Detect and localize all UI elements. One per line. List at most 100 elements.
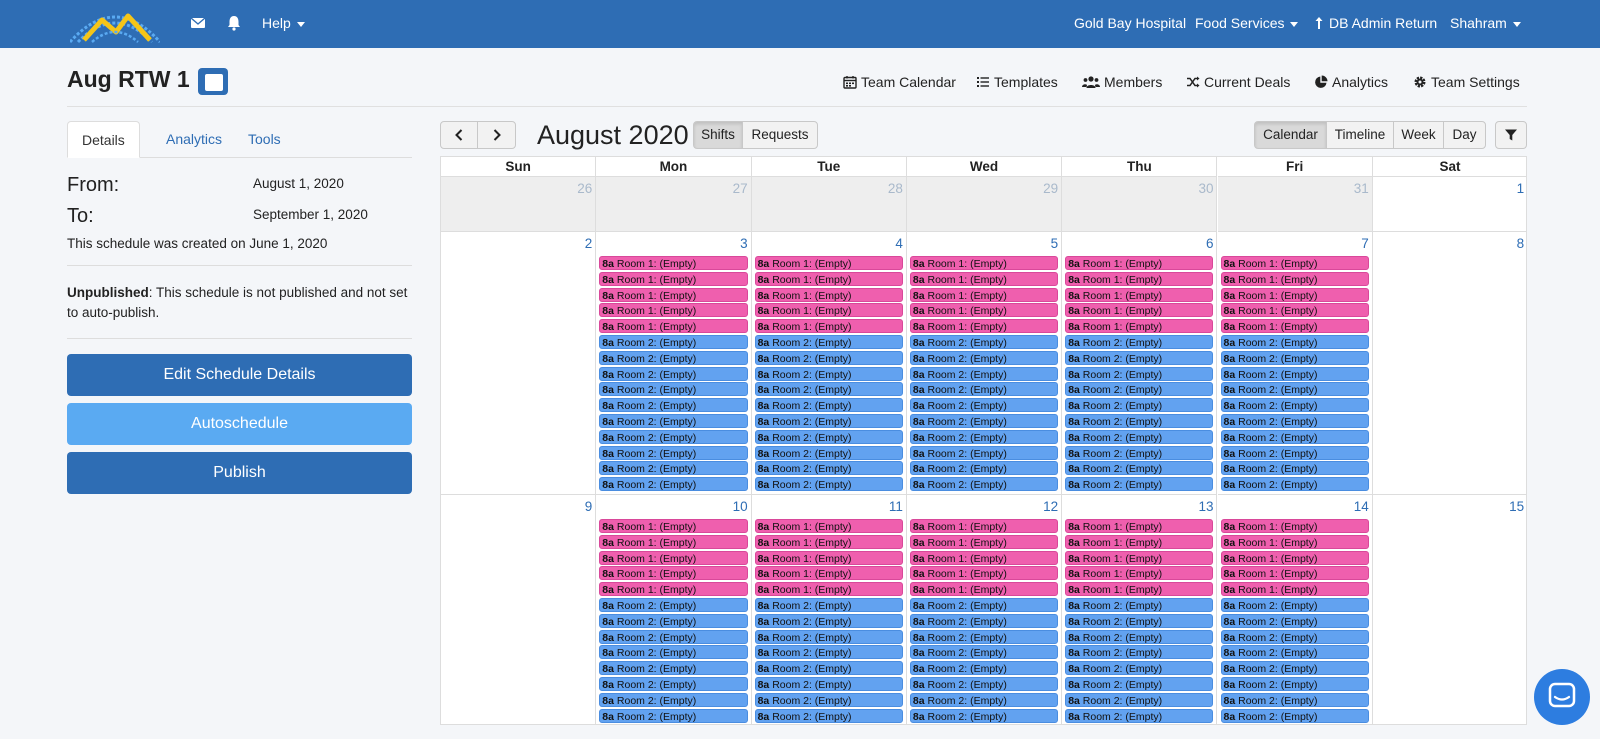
- next-month-button[interactable]: [477, 121, 516, 149]
- day-cell[interactable]: 26: [441, 177, 597, 232]
- shift-event-room-1[interactable]: 8a Room 1: (Empty): [599, 303, 748, 318]
- shift-event-room-2[interactable]: 8a Room 2: (Empty): [1065, 414, 1214, 428]
- day-number[interactable]: 28: [888, 181, 903, 196]
- shift-event-room-2[interactable]: 8a Room 2: (Empty): [599, 350, 748, 365]
- shift-event-room-2[interactable]: 8a Room 2: (Empty): [755, 724, 903, 725]
- shift-event-room-2[interactable]: 8a Room 2: (Empty): [909, 429, 1059, 444]
- templates-link[interactable]: Templates: [976, 74, 1058, 90]
- shift-event-room-1[interactable]: 8a Room 1: (Empty): [1220, 519, 1369, 533]
- team-settings-link[interactable]: Team Settings: [1413, 74, 1520, 90]
- day-number[interactable]: 26: [577, 181, 592, 196]
- view-week-button[interactable]: Week: [1393, 121, 1444, 149]
- day-number[interactable]: 4: [895, 236, 903, 251]
- day-number[interactable]: 10: [733, 499, 748, 514]
- chat-launcher-button[interactable]: [1534, 669, 1590, 725]
- shift-event-room-1[interactable]: 8a Room 1: (Empty): [1220, 582, 1369, 597]
- shift-event-room-2[interactable]: 8a Room 2: (Empty): [754, 335, 903, 349]
- shift-event-room-1[interactable]: 8a Room 1: (Empty): [599, 519, 748, 533]
- day-number[interactable]: 27: [733, 181, 748, 196]
- shift-event-room-2[interactable]: 8a Room 2: (Empty): [599, 708, 748, 723]
- shift-event-room-1[interactable]: 8a Room 1: (Empty): [1220, 566, 1369, 581]
- shift-event-room-2[interactable]: 8a Room 2: (Empty): [1220, 414, 1369, 428]
- day-cell[interactable]: 31: [1217, 177, 1373, 232]
- shift-event-room-2[interactable]: 8a Room 2: (Empty): [1065, 382, 1214, 397]
- shift-event-room-2[interactable]: 8a Room 2: (Empty): [599, 398, 748, 413]
- day-number[interactable]: 30: [1198, 181, 1213, 196]
- shift-event-room-1[interactable]: 8a Room 1: (Empty): [909, 303, 1059, 318]
- members-link[interactable]: Members: [1082, 74, 1162, 90]
- shift-event-room-2[interactable]: 8a Room 2: (Empty): [1065, 692, 1214, 707]
- shift-event-room-2[interactable]: 8a Room 2: (Empty): [1220, 677, 1369, 691]
- day-number[interactable]: 11: [889, 499, 903, 514]
- shift-event-room-1[interactable]: 8a Room 1: (Empty): [909, 287, 1059, 302]
- shift-event-room-2[interactable]: 8a Room 2: (Empty): [754, 708, 903, 723]
- shift-event-room-2[interactable]: 8a Room 2: (Empty): [1220, 429, 1369, 444]
- shift-event-room-2[interactable]: 8a Room 2: (Empty): [599, 414, 748, 428]
- shift-event-room-2[interactable]: 8a Room 2: (Empty): [1065, 724, 1213, 725]
- shift-event-room-2[interactable]: 8a Room 2: (Empty): [1220, 382, 1369, 397]
- shift-event-room-2[interactable]: 8a Room 2: (Empty): [1220, 461, 1369, 476]
- department-menu[interactable]: Food Services: [1195, 15, 1299, 31]
- shift-event-room-1[interactable]: 8a Room 1: (Empty): [909, 256, 1059, 270]
- tab-tools[interactable]: Tools: [234, 121, 295, 158]
- shift-event-room-1[interactable]: 8a Room 1: (Empty): [1065, 566, 1214, 581]
- day-cell[interactable]: 15: [1373, 495, 1526, 724]
- shift-event-room-1[interactable]: 8a Room 1: (Empty): [909, 534, 1059, 549]
- day-number[interactable]: 13: [1198, 499, 1213, 514]
- shift-event-room-2[interactable]: 8a Room 2: (Empty): [1220, 645, 1369, 660]
- shift-event-room-2[interactable]: 8a Room 2: (Empty): [754, 645, 903, 660]
- shift-event-room-1[interactable]: 8a Room 1: (Empty): [909, 582, 1059, 597]
- shift-event-room-2[interactable]: 8a Room 2: (Empty): [754, 382, 903, 397]
- shift-event-room-2[interactable]: 8a Room 2: (Empty): [599, 677, 748, 691]
- shift-event-room-2[interactable]: 8a Room 2: (Empty): [1220, 445, 1369, 460]
- shift-event-room-2[interactable]: 8a Room 2: (Empty): [909, 335, 1059, 349]
- day-cell[interactable]: 30: [1062, 177, 1218, 232]
- shift-event-room-1[interactable]: 8a Room 1: (Empty): [909, 319, 1059, 334]
- day-number[interactable]: 1: [1517, 181, 1525, 196]
- shift-event-room-2[interactable]: 8a Room 2: (Empty): [754, 366, 903, 381]
- shift-event-room-1[interactable]: 8a Room 1: (Empty): [754, 271, 903, 286]
- day-cell[interactable]: 27: [596, 177, 752, 232]
- shift-event-room-1[interactable]: 8a Room 1: (Empty): [1065, 519, 1214, 533]
- shift-event-room-1[interactable]: 8a Room 1: (Empty): [754, 303, 903, 318]
- day-number[interactable]: 7: [1361, 236, 1369, 251]
- shift-event-room-2[interactable]: 8a Room 2: (Empty): [1065, 708, 1214, 723]
- shift-event-room-2[interactable]: 8a Room 2: (Empty): [909, 350, 1059, 365]
- shift-event-room-1[interactable]: 8a Room 1: (Empty): [1220, 287, 1369, 302]
- shift-event-room-1[interactable]: 8a Room 1: (Empty): [599, 319, 748, 334]
- shift-event-room-1[interactable]: 8a Room 1: (Empty): [1065, 550, 1214, 565]
- shift-event-room-2[interactable]: 8a Room 2: (Empty): [754, 598, 903, 612]
- shift-event-room-1[interactable]: 8a Room 1: (Empty): [1065, 271, 1214, 286]
- shift-event-room-2[interactable]: 8a Room 2: (Empty): [1065, 429, 1214, 444]
- shift-event-room-2[interactable]: 8a Room 2: (Empty): [909, 382, 1059, 397]
- shift-event-room-2[interactable]: 8a Room 2: (Empty): [909, 661, 1059, 676]
- shift-event-room-2[interactable]: 8a Room 2: (Empty): [1065, 613, 1214, 628]
- logo-icon[interactable]: [70, 2, 160, 46]
- publish-button[interactable]: Publish: [67, 452, 412, 494]
- day-cell[interactable]: 4 8a Room 1: (Empty) 8a Room 1: (Empty) 8a …: [751, 232, 907, 495]
- shift-event-room-1[interactable]: 8a Room 1: (Empty): [1220, 534, 1369, 549]
- prev-month-button[interactable]: [440, 121, 478, 149]
- shift-event-room-1[interactable]: 8a Room 1: (Empty): [909, 550, 1059, 565]
- shift-event-room-1[interactable]: 8a Room 1: (Empty): [599, 271, 748, 286]
- day-number[interactable]: 9: [585, 499, 593, 514]
- team-calendar-link[interactable]: Team Calendar: [843, 74, 956, 90]
- view-timeline-button[interactable]: Timeline: [1326, 121, 1394, 149]
- day-cell[interactable]: 7 8a Room 1: (Empty) 8a Room 1: (Empty) 8a …: [1217, 232, 1373, 495]
- shift-event-room-1[interactable]: 8a Room 1: (Empty): [1065, 287, 1214, 302]
- shift-event-room-2[interactable]: 8a Room 2: (Empty): [909, 598, 1059, 612]
- shift-event-room-2[interactable]: 8a Room 2: (Empty): [1065, 366, 1214, 381]
- shift-event-room-2[interactable]: 8a Room 2: (Empty): [909, 677, 1059, 691]
- day-cell[interactable]: 9: [441, 495, 597, 724]
- hospital-link[interactable]: Gold Bay Hospital: [1074, 15, 1186, 31]
- shift-event-room-2[interactable]: 8a Room 2: (Empty): [754, 661, 903, 676]
- envelope-icon[interactable]: [188, 13, 208, 33]
- day-number[interactable]: 6: [1206, 236, 1214, 251]
- shift-event-room-1[interactable]: 8a Room 1: (Empty): [1220, 303, 1369, 318]
- shift-event-room-1[interactable]: 8a Room 1: (Empty): [1065, 534, 1214, 549]
- shift-event-room-2[interactable]: 8a Room 2: (Empty): [754, 461, 903, 476]
- shift-event-room-2[interactable]: 8a Room 2: (Empty): [1220, 598, 1369, 612]
- shift-event-room-1[interactable]: 8a Room 1: (Empty): [599, 566, 748, 581]
- shift-event-room-2[interactable]: 8a Room 2: (Empty): [599, 382, 748, 397]
- shift-event-room-2[interactable]: 8a Room 2: (Empty): [1065, 677, 1214, 691]
